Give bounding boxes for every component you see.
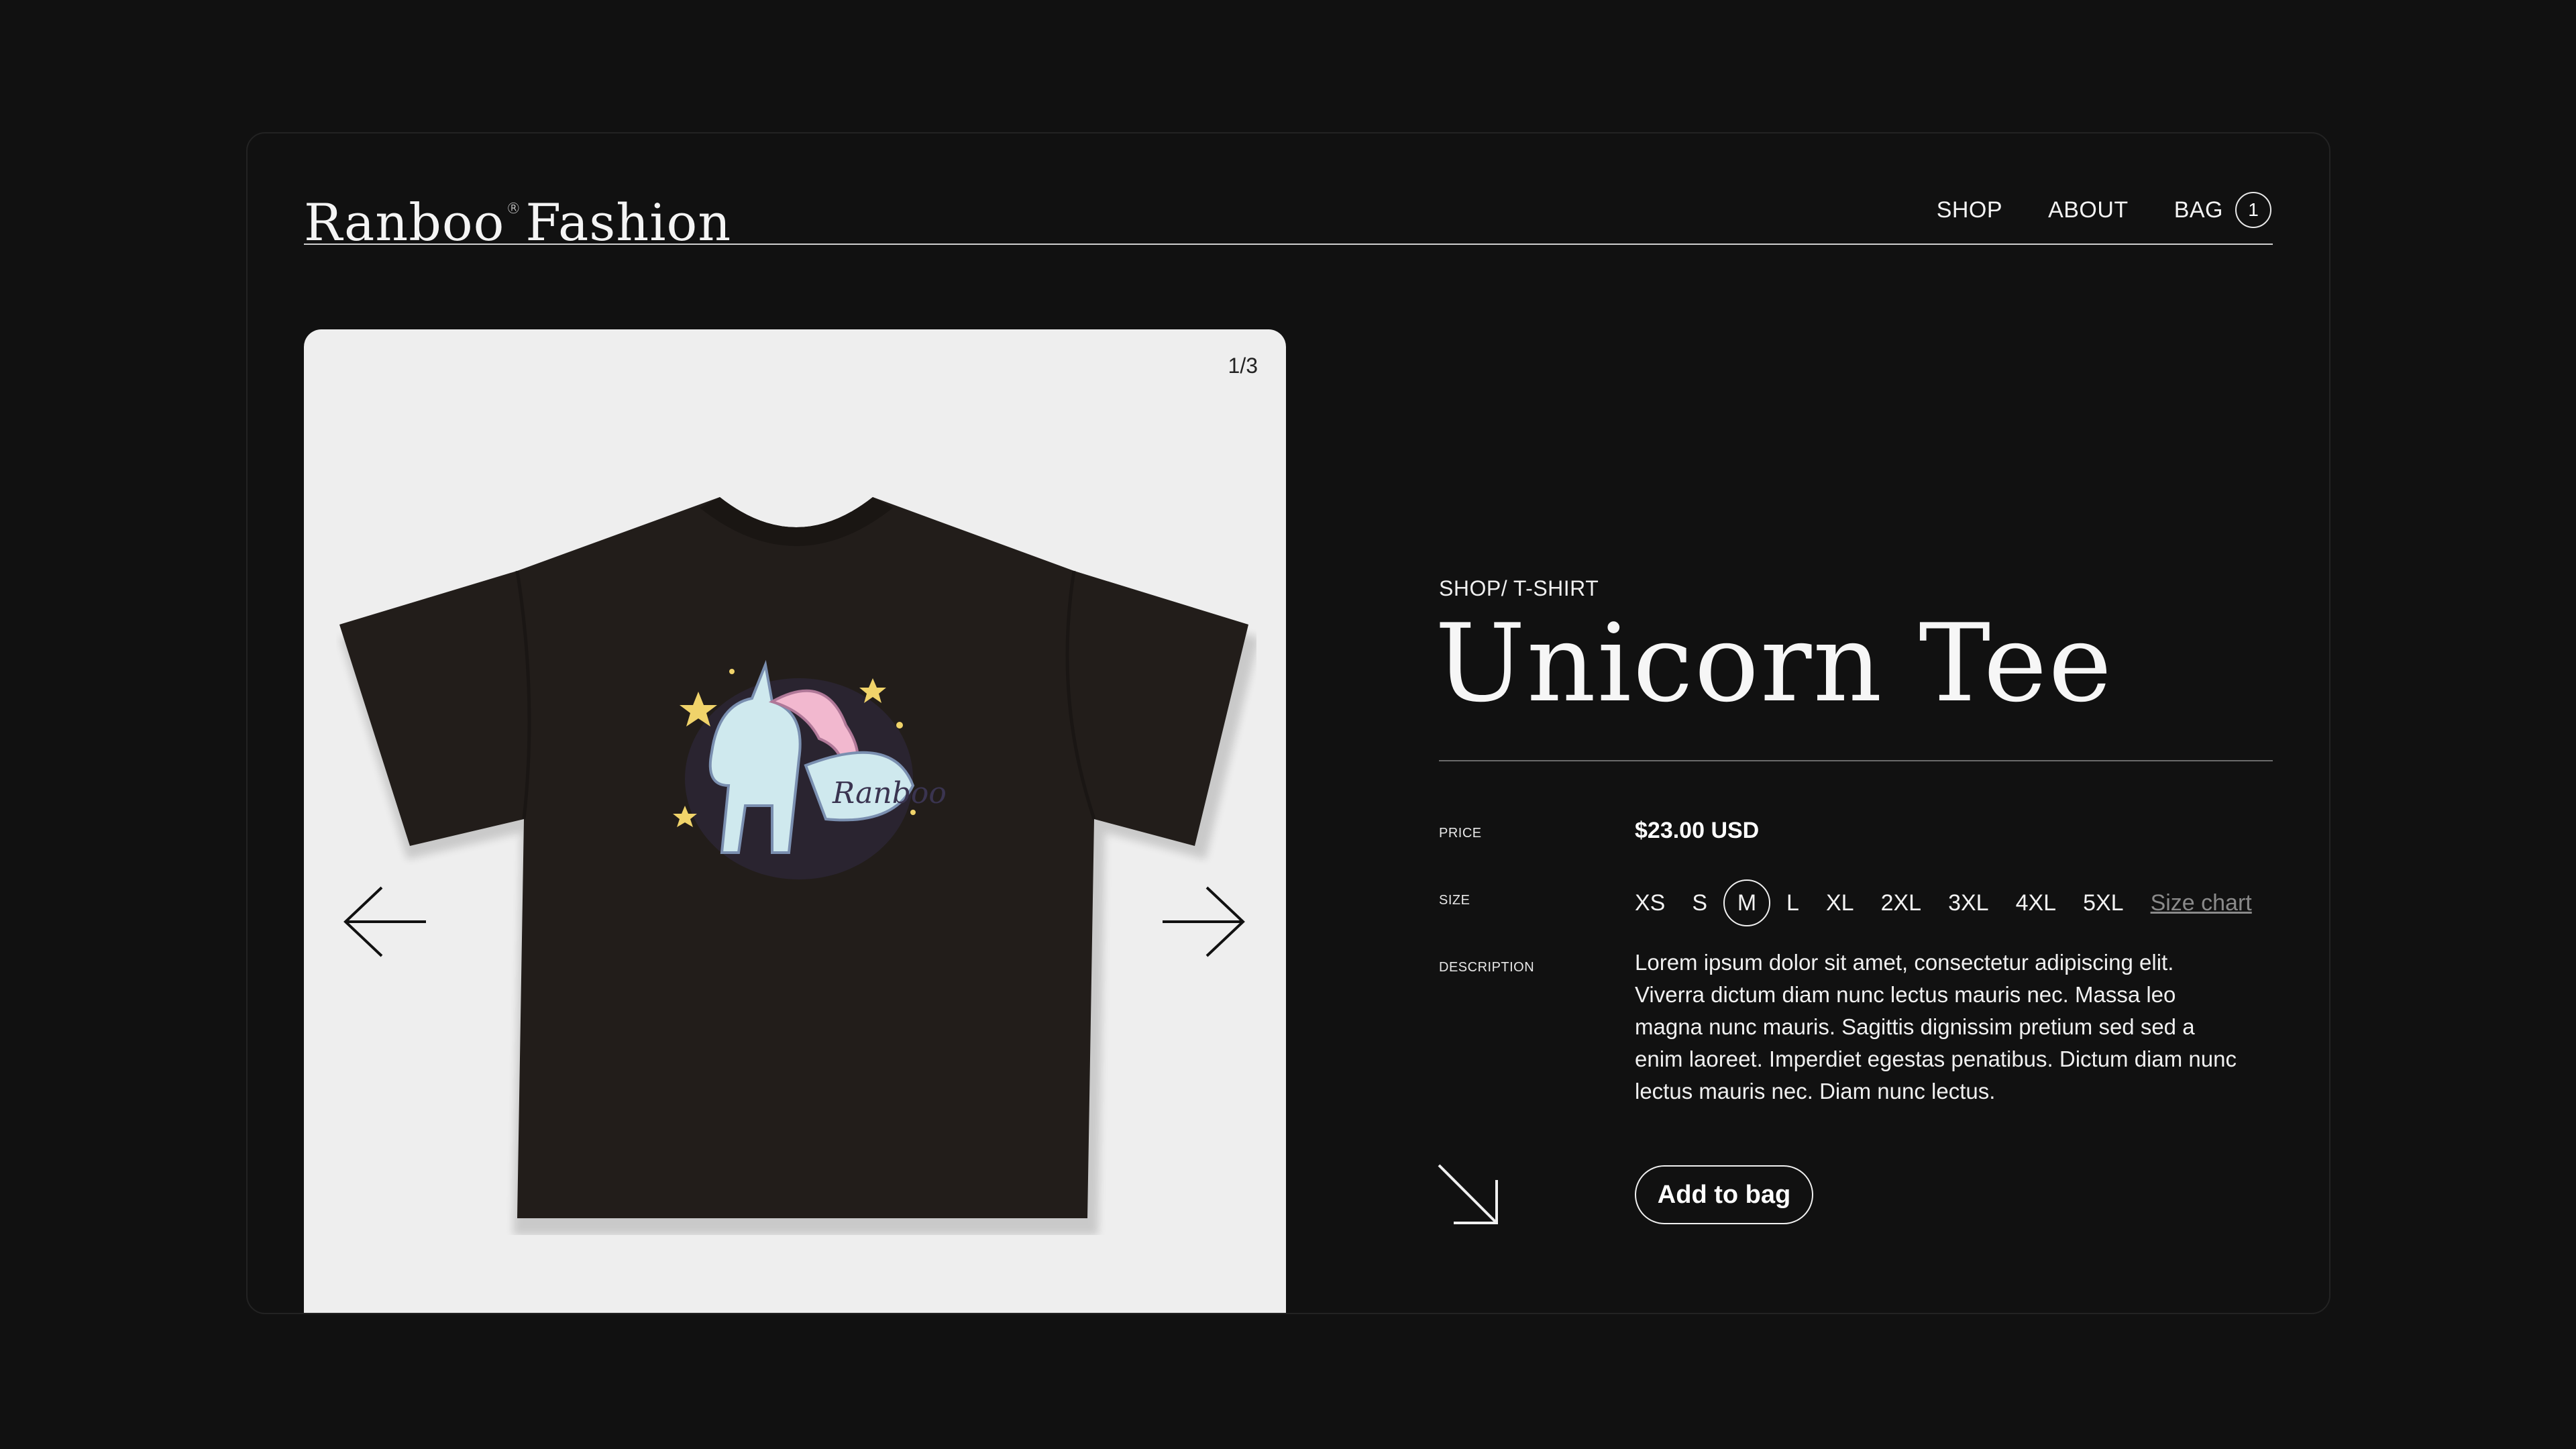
tshirt-image: Ranboo [339, 497, 1256, 1235]
size-option-xl[interactable]: XL [1826, 890, 1854, 916]
nav-bag[interactable]: BAG 1 [2174, 192, 2271, 228]
size-option-3xl[interactable]: 3XL [1948, 890, 1989, 916]
page-frame: Ranboo®Fashion SHOP ABOUT BAG 1 1/3 Ranb… [246, 132, 2330, 1314]
size-selector: XS S M L XL 2XL 3XL 4XL 5XL Size chart [1635, 879, 2252, 926]
image-counter: 1/3 [1228, 354, 1258, 378]
add-to-bag-button[interactable]: Add to bag [1635, 1165, 1813, 1224]
size-option-l[interactable]: L [1786, 890, 1799, 916]
header-divider [304, 244, 2273, 245]
nav-shop[interactable]: SHOP [1937, 197, 2002, 223]
bag-count-badge: 1 [2235, 192, 2271, 228]
size-option-m-selected[interactable]: M [1723, 879, 1771, 926]
arrow-down-right-icon [1438, 1164, 1498, 1224]
product-gallery: 1/3 Ranboo [304, 329, 1286, 1313]
size-chart-link[interactable]: Size chart [2151, 890, 2252, 916]
product-price: $23.00 USD [1635, 818, 1760, 843]
size-option-4xl[interactable]: 4XL [2016, 890, 2057, 916]
arrow-right-icon[interactable] [1160, 885, 1247, 959]
arrow-left-icon[interactable] [341, 885, 429, 959]
svg-text:Ranboo: Ranboo [832, 776, 947, 810]
size-option-s[interactable]: S [1692, 890, 1707, 916]
price-label: PRICE [1439, 826, 1482, 841]
main-nav: SHOP ABOUT BAG 1 [1891, 191, 2271, 229]
description-label: DESCRIPTION [1439, 960, 1535, 975]
brand-logo[interactable]: Ranboo®Fashion [304, 172, 731, 252]
size-option-5xl[interactable]: 5XL [2083, 890, 2124, 916]
product-title: Unicorn Tee [1435, 600, 2114, 726]
product-description: Lorem ipsum dolor sit amet, consectetur … [1635, 950, 2237, 1104]
registered-mark: ® [506, 201, 522, 217]
title-divider [1439, 760, 2273, 761]
size-option-xs[interactable]: XS [1635, 890, 1665, 916]
size-option-2xl[interactable]: 2XL [1881, 890, 1922, 916]
size-label: SIZE [1439, 893, 1470, 908]
bag-label: BAG [2174, 197, 2223, 223]
nav-about[interactable]: ABOUT [2048, 197, 2129, 223]
